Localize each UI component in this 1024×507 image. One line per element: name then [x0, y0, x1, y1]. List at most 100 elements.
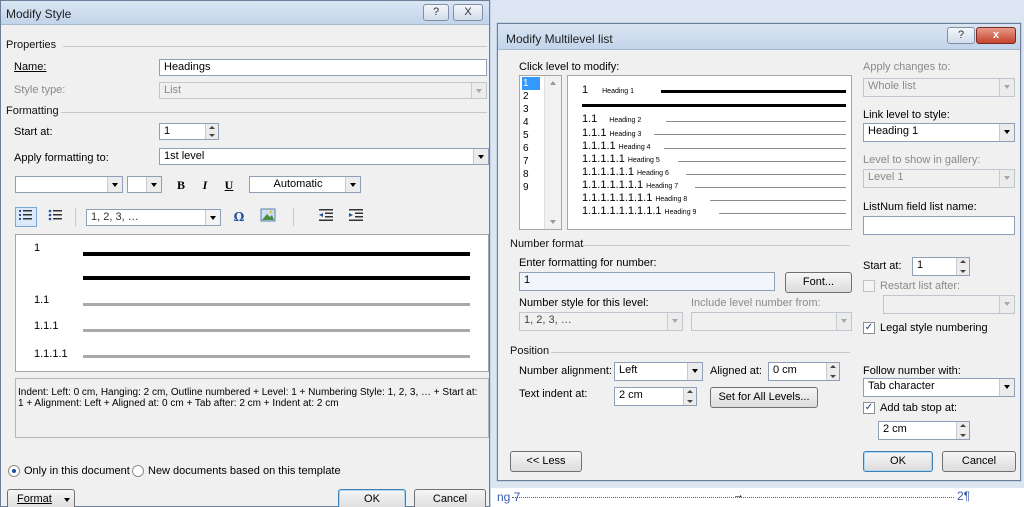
style-type-value: List: [164, 84, 182, 96]
name-label: Name:: [14, 61, 47, 73]
spinner-icon[interactable]: [826, 363, 839, 380]
number-style-value: 1, 2, 3, …: [91, 211, 139, 223]
preview-bar: [686, 174, 846, 175]
number-alignment-select[interactable]: Left: [614, 362, 703, 381]
only-this-document-label[interactable]: Only in this document: [24, 465, 130, 477]
properties-section-label: Properties: [6, 39, 57, 51]
preview-number: 1: [582, 84, 589, 96]
modify-style-titlebar[interactable]: Modify Style ? X: [1, 1, 489, 25]
number-style-select[interactable]: 1, 2, 3, …: [86, 209, 221, 226]
chevron-down-icon[interactable]: [999, 124, 1014, 141]
chevron-down-icon[interactable]: [345, 177, 360, 192]
spinner-icon[interactable]: [205, 124, 218, 139]
chevron-down-icon[interactable]: [107, 177, 122, 192]
start-at-stepper[interactable]: 1: [912, 257, 970, 276]
preview-heading: Heading 1: [602, 88, 635, 95]
help-button[interactable]: ?: [423, 4, 449, 21]
preview-bar: [661, 90, 846, 93]
font-button[interactable]: Font...: [785, 272, 852, 293]
preview-heading-bar: [83, 276, 470, 280]
underline-button[interactable]: U: [219, 175, 239, 195]
only-this-document-radio[interactable]: [8, 465, 20, 477]
ok-button[interactable]: OK: [863, 451, 933, 472]
decrease-indent-icon[interactable]: [316, 207, 336, 227]
listnum-input[interactable]: [863, 216, 1015, 235]
symbol-omega-icon[interactable]: Ω: [229, 207, 249, 227]
level-scrollbar[interactable]: [544, 76, 561, 229]
increase-indent-icon[interactable]: [346, 207, 366, 227]
level-item[interactable]: 3: [523, 103, 529, 116]
multilevel-titlebar[interactable]: Modify Multilevel list ? x: [498, 24, 1020, 50]
preview-heading: Heading 5: [627, 157, 660, 164]
number-style-select: 1, 2, 3, …: [519, 312, 683, 331]
new-documents-radio[interactable]: [132, 465, 144, 477]
add-tab-stop-checkbox[interactable]: ✓: [863, 402, 875, 414]
cancel-button[interactable]: Cancel: [414, 489, 486, 507]
add-tab-stop-label[interactable]: Add tab stop at:: [880, 402, 957, 414]
close-button[interactable]: x: [976, 27, 1016, 44]
preview-level-row: 1 Heading 1: [582, 84, 634, 96]
chevron-down-icon[interactable]: [473, 149, 488, 164]
scroll-down-icon[interactable]: [550, 220, 556, 224]
font-name-select[interactable]: [15, 176, 123, 193]
chevron-down-icon[interactable]: [687, 363, 702, 380]
legal-style-label[interactable]: Legal style numbering: [880, 322, 988, 334]
level-item[interactable]: 8: [523, 168, 529, 181]
set-all-levels-button[interactable]: Set for All Levels...: [710, 387, 818, 408]
picture-icon[interactable]: [257, 207, 279, 227]
number-format-divider: [582, 245, 850, 246]
legal-style-checkbox[interactable]: ✓: [863, 322, 875, 334]
preview-number: 1.1.1.1.1.1.1.1.1: [582, 205, 662, 217]
level-item[interactable]: 2: [523, 90, 529, 103]
preview-heading: Heading 3: [609, 131, 642, 138]
chevron-down-icon[interactable]: [205, 210, 220, 225]
number-format-input[interactable]: 1: [519, 272, 775, 291]
tab-stop-stepper[interactable]: 2 cm: [878, 421, 970, 440]
bullets-icon[interactable]: [45, 207, 67, 227]
text-indent-stepper[interactable]: 2 cm: [614, 387, 697, 406]
start-at-value: 1: [917, 259, 924, 271]
less-button[interactable]: << Less: [510, 451, 582, 472]
font-size-select[interactable]: [127, 176, 162, 193]
spinner-icon[interactable]: [683, 388, 696, 405]
help-button[interactable]: ?: [947, 27, 975, 44]
chevron-down-icon[interactable]: [999, 379, 1014, 396]
text-indent-value: 2 cm: [619, 389, 643, 401]
number-style-label: Number style for this level:: [519, 297, 649, 309]
cancel-button[interactable]: Cancel: [942, 451, 1016, 472]
link-level-value: Heading 1: [868, 125, 919, 137]
level-item[interactable]: 7: [523, 155, 529, 168]
level-item[interactable]: 5: [523, 129, 529, 142]
level-item[interactable]: 6: [523, 142, 529, 155]
close-button[interactable]: X: [453, 4, 483, 21]
name-input[interactable]: Headings: [159, 59, 487, 76]
start-at-stepper[interactable]: 1: [159, 123, 219, 140]
bold-button[interactable]: B: [171, 175, 191, 195]
follow-number-select[interactable]: Tab character: [863, 378, 1015, 397]
preview-level-number: 1: [34, 242, 41, 254]
apply-to-select[interactable]: 1st level: [159, 148, 489, 165]
numbering-icon[interactable]: [15, 207, 37, 227]
new-documents-label[interactable]: New documents based on this template: [148, 465, 341, 477]
preview-number: 1.1.1.1.1.1: [582, 166, 634, 178]
level-item[interactable]: 9: [523, 181, 529, 194]
apply-changes-value: Whole list: [868, 80, 916, 92]
multilevel-title: Modify Multilevel list: [506, 32, 613, 46]
spinner-icon[interactable]: [956, 422, 969, 439]
preview-level-row: 1.1.1.1.1.1.1 Heading 7: [582, 179, 678, 191]
level-listbox[interactable]: 1 2 3 4 5 6 7 8 9: [519, 75, 562, 230]
apply-changes-select: Whole list: [863, 78, 1015, 97]
scroll-up-icon[interactable]: [550, 81, 556, 85]
ok-button[interactable]: OK: [338, 489, 406, 507]
italic-button[interactable]: I: [195, 175, 215, 195]
level-item[interactable]: 1: [522, 77, 540, 90]
link-level-select[interactable]: Heading 1: [863, 123, 1015, 142]
preview-bar: [678, 161, 846, 162]
level-item[interactable]: 4: [523, 116, 529, 129]
chevron-down-icon[interactable]: [146, 177, 161, 192]
listnum-label: ListNum field list name:: [863, 201, 977, 213]
spinner-icon[interactable]: [956, 258, 969, 275]
font-color-select[interactable]: Automatic: [249, 176, 361, 193]
aligned-at-stepper[interactable]: 0 cm: [768, 362, 840, 381]
format-button[interactable]: Format: [7, 489, 75, 507]
